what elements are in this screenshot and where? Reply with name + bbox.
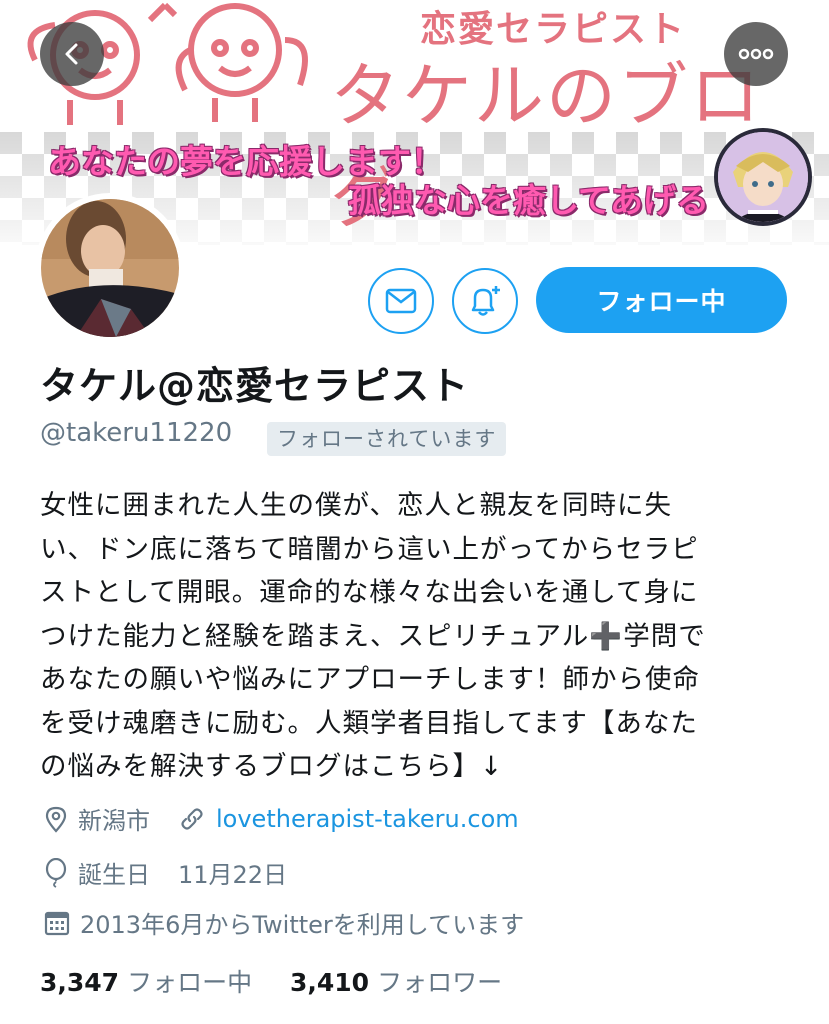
birthday-row: 誕生日 11月22日	[44, 855, 287, 890]
more-options-button[interactable]	[724, 22, 788, 86]
joined-date-row: 2013年6月からTwitterを利用しています	[44, 905, 524, 940]
followers-label: フォロワー	[377, 968, 503, 997]
bio-line: あなたの願いや悩みにアプローチします！師から使命	[40, 664, 700, 695]
balloon-icon	[45, 857, 67, 888]
location-pin-icon	[45, 806, 67, 833]
bio-line: つけた能力と経験を踏まえ、スピリチュアル➕学問で	[40, 620, 706, 652]
location-text: 新潟市	[78, 807, 150, 835]
profile-bio: 女性に囲まれた人生の僕が、恋人と親友を同時に失 い、ドン底に落ちて暗闇から這い上…	[40, 484, 790, 789]
more-horizontal-icon	[738, 48, 774, 60]
followers-stat[interactable]: 3,410 フォロワー	[290, 968, 502, 997]
bio-line: を受け魂磨きに励む。人類学者目指してます【あなた	[40, 707, 698, 739]
following-count: 3,347	[40, 968, 120, 997]
following-button[interactable]: フォロー中	[536, 267, 787, 333]
calendar-icon	[44, 911, 70, 935]
chevron-left-icon	[65, 43, 78, 65]
direct-message-button[interactable]	[368, 268, 434, 334]
following-stat[interactable]: 3,347 フォロー中	[40, 968, 260, 997]
follow-stats: 3,347 フォロー中 3,410 フォロワー	[40, 963, 502, 999]
location-website-row: 新潟市 lovetherapist-takeru.com	[44, 801, 519, 836]
birthday-value: 11月22日	[178, 861, 288, 889]
bio-line: の悩みを解決するブログはこちら】↓	[40, 751, 504, 782]
follows-you-badge: フォローされています	[267, 422, 507, 456]
following-label: フォロー中	[127, 968, 253, 997]
banner-tagline-2: 孤独な心を癒してあげる	[348, 181, 710, 220]
avatar-photo	[41, 199, 179, 337]
website-link[interactable]: lovetherapist-takeru.com	[216, 805, 519, 833]
profile-avatar[interactable]	[35, 193, 185, 343]
envelope-icon	[385, 288, 417, 314]
banner-character-portrait	[714, 128, 812, 226]
bio-line: ストとして開眼。運命的な様々な出会いを通して身に	[40, 577, 699, 608]
notifications-button[interactable]	[452, 268, 518, 334]
link-icon	[181, 807, 203, 830]
followers-count: 3,410	[290, 968, 370, 997]
bio-line: い、ドン底に落ちて暗闇から這い上がってからセラピ	[40, 533, 699, 565]
joined-text: 2013年6月からTwitterを利用しています	[80, 911, 525, 939]
birthday-label: 誕生日	[78, 861, 150, 889]
bell-plus-icon	[471, 286, 500, 316]
bio-line: 女性に囲まれた人生の僕が、恋人と親友を同時に失	[40, 490, 672, 521]
display-name: タケル@恋愛セラピスト	[40, 364, 470, 408]
back-button[interactable]	[40, 22, 104, 86]
user-handle: @takeru11220	[40, 418, 233, 448]
